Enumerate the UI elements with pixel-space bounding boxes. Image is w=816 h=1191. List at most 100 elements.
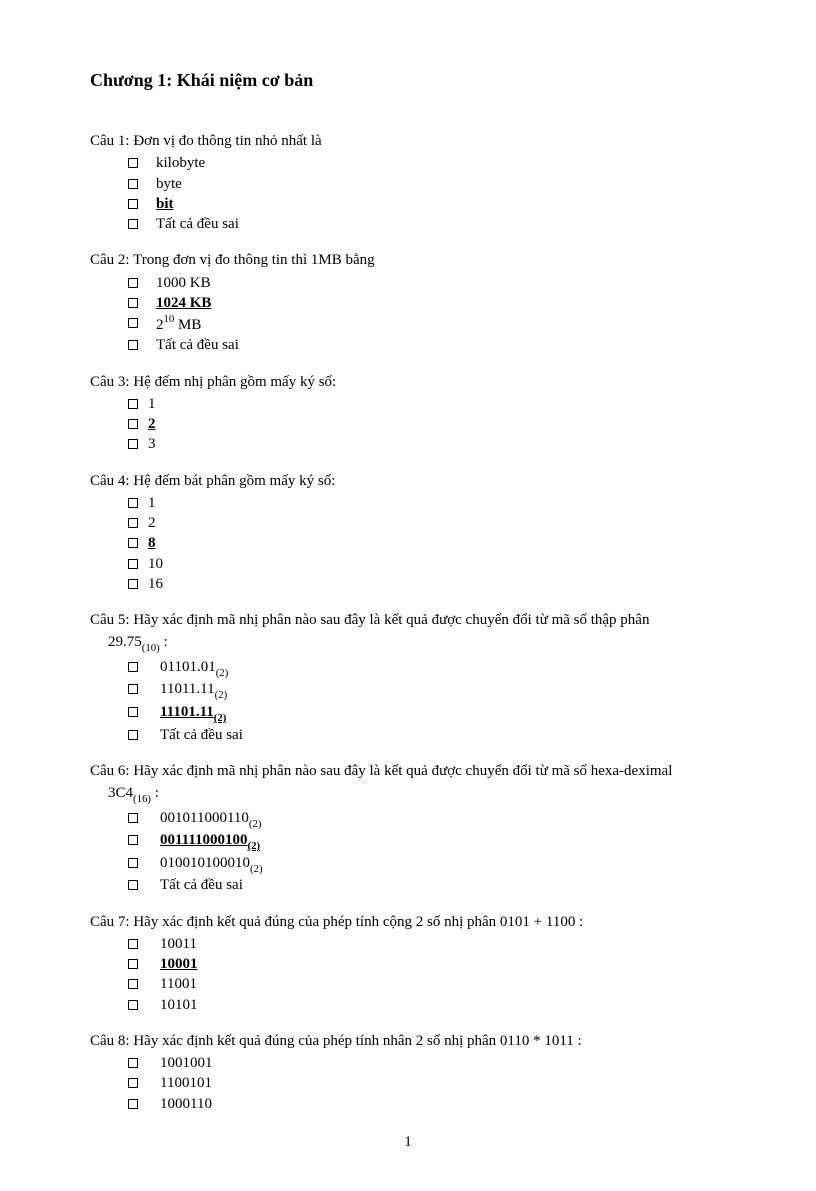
option-label: 1001001 bbox=[160, 1053, 213, 1073]
checkbox-icon bbox=[128, 858, 138, 868]
option-label: 2 bbox=[148, 414, 156, 434]
option-item[interactable]: 10101 bbox=[90, 995, 726, 1015]
checkbox-icon bbox=[128, 1099, 138, 1109]
option-item[interactable]: Tất cả đều sai bbox=[90, 214, 726, 234]
document-page: Chương 1: Khái niệm cơ bản Câu 1: Đơn vị… bbox=[0, 0, 816, 1191]
question: Câu 4: Hệ đếm bát phân gồm mấy ký số:128… bbox=[90, 471, 726, 595]
checkbox-icon bbox=[128, 1078, 138, 1088]
option-label: 1000 KB bbox=[156, 273, 211, 293]
option-item[interactable]: 1000 KB bbox=[90, 273, 726, 293]
checkbox-icon bbox=[128, 684, 138, 694]
option-label: byte bbox=[156, 174, 182, 194]
option-item[interactable]: 1 bbox=[90, 493, 726, 513]
option-item[interactable]: Tất cả đều sai bbox=[90, 725, 726, 745]
option-item[interactable]: 10001 bbox=[90, 954, 726, 974]
option-item[interactable]: 11011.11(2) bbox=[90, 679, 726, 702]
question-text: Câu 3: Hệ đếm nhị phân gồm mấy ký số: bbox=[90, 372, 726, 392]
checkbox-icon bbox=[128, 1000, 138, 1010]
question: Câu 3: Hệ đếm nhị phân gồm mấy ký số:123 bbox=[90, 372, 726, 455]
option-label: 11001 bbox=[160, 974, 197, 994]
question: Câu 6: Hãy xác định mã nhị phân nào sau … bbox=[90, 761, 726, 896]
option-item[interactable]: 210 MB bbox=[90, 313, 726, 335]
checkbox-icon bbox=[128, 538, 138, 548]
option-label: 1100101 bbox=[160, 1073, 212, 1093]
checkbox-icon bbox=[128, 1058, 138, 1068]
option-label: Tất cả đều sai bbox=[156, 335, 239, 355]
option-label: 10101 bbox=[160, 995, 198, 1015]
option-item[interactable]: 10011 bbox=[90, 934, 726, 954]
checkbox-icon bbox=[128, 399, 138, 409]
checkbox-icon bbox=[128, 439, 138, 449]
option-label: 001111000100(2) bbox=[160, 830, 260, 853]
option-item[interactable]: Tất cả đều sai bbox=[90, 875, 726, 895]
checkbox-icon bbox=[128, 278, 138, 288]
option-item[interactable]: 8 bbox=[90, 533, 726, 553]
option-item[interactable]: kilobyte bbox=[90, 153, 726, 173]
option-label: 11011.11(2) bbox=[160, 679, 227, 702]
question-text-line2: 3C4(16) : bbox=[90, 783, 726, 806]
question-text: Câu 4: Hệ đếm bát phân gồm mấy ký số: bbox=[90, 471, 726, 491]
option-label: 01101.01(2) bbox=[160, 657, 228, 680]
option-item[interactable]: 2 bbox=[90, 513, 726, 533]
option-label: 1024 KB bbox=[156, 293, 211, 313]
option-item[interactable]: 10 bbox=[90, 554, 726, 574]
checkbox-icon bbox=[128, 979, 138, 989]
checkbox-icon bbox=[128, 199, 138, 209]
question: Câu 7: Hãy xác định kết quả đúng của phé… bbox=[90, 912, 726, 1015]
checkbox-icon bbox=[128, 158, 138, 168]
checkbox-icon bbox=[128, 662, 138, 672]
option-item[interactable]: 1001001 bbox=[90, 1053, 726, 1073]
checkbox-icon bbox=[128, 707, 138, 717]
checkbox-icon bbox=[128, 730, 138, 740]
checkbox-icon bbox=[128, 835, 138, 845]
option-item[interactable]: 1024 KB bbox=[90, 293, 726, 313]
question-text: Câu 5: Hãy xác định mã nhị phân nào sau … bbox=[90, 610, 726, 630]
option-label: 210 MB bbox=[156, 313, 201, 335]
option-item[interactable]: 16 bbox=[90, 574, 726, 594]
option-item[interactable]: 010010100010(2) bbox=[90, 853, 726, 876]
option-item[interactable]: 1000110 bbox=[90, 1094, 726, 1114]
options-list: 100100111001011000110 bbox=[90, 1053, 726, 1114]
option-item[interactable]: 11001 bbox=[90, 974, 726, 994]
option-item[interactable]: 1 bbox=[90, 394, 726, 414]
page-number: 1 bbox=[90, 1134, 726, 1151]
question: Câu 8: Hãy xác định kết quả đúng của phé… bbox=[90, 1031, 726, 1114]
option-label: 001011000110(2) bbox=[160, 808, 261, 831]
checkbox-icon bbox=[128, 559, 138, 569]
option-label: bit bbox=[156, 194, 174, 214]
question: Câu 5: Hãy xác định mã nhị phân nào sau … bbox=[90, 610, 726, 745]
option-label: 10 bbox=[148, 554, 163, 574]
option-label: 3 bbox=[148, 434, 156, 454]
option-item[interactable]: 2 bbox=[90, 414, 726, 434]
checkbox-icon bbox=[128, 813, 138, 823]
option-item[interactable]: 11101.11(2) bbox=[90, 702, 726, 725]
question-text: Câu 2: Trong đơn vị đo thông tin thì 1MB… bbox=[90, 250, 726, 270]
option-label: Tất cả đều sai bbox=[160, 875, 243, 895]
checkbox-icon bbox=[128, 579, 138, 589]
option-item[interactable]: 1100101 bbox=[90, 1073, 726, 1093]
option-item[interactable]: 001111000100(2) bbox=[90, 830, 726, 853]
option-label: 2 bbox=[148, 513, 156, 533]
checkbox-icon bbox=[128, 498, 138, 508]
option-label: 010010100010(2) bbox=[160, 853, 263, 876]
checkbox-icon bbox=[128, 518, 138, 528]
option-item[interactable]: byte bbox=[90, 174, 726, 194]
option-label: 1000110 bbox=[160, 1094, 212, 1114]
option-label: 16 bbox=[148, 574, 163, 594]
option-item[interactable]: 3 bbox=[90, 434, 726, 454]
option-label: 8 bbox=[148, 533, 156, 553]
questions-container: Câu 1: Đơn vị đo thông tin nhỏ nhất làki… bbox=[90, 131, 726, 1114]
option-item[interactable]: 01101.01(2) bbox=[90, 657, 726, 680]
checkbox-icon bbox=[128, 179, 138, 189]
options-list: 123 bbox=[90, 394, 726, 455]
option-item[interactable]: bit bbox=[90, 194, 726, 214]
option-item[interactable]: 001011000110(2) bbox=[90, 808, 726, 831]
options-list: kilobytebytebitTất cả đều sai bbox=[90, 153, 726, 234]
question-text: Câu 6: Hãy xác định mã nhị phân nào sau … bbox=[90, 761, 726, 781]
checkbox-icon bbox=[128, 959, 138, 969]
question-text-line2: 29.75(10) : bbox=[90, 632, 726, 655]
checkbox-icon bbox=[128, 298, 138, 308]
option-label: 1 bbox=[148, 394, 156, 414]
option-item[interactable]: Tất cả đều sai bbox=[90, 335, 726, 355]
checkbox-icon bbox=[128, 939, 138, 949]
